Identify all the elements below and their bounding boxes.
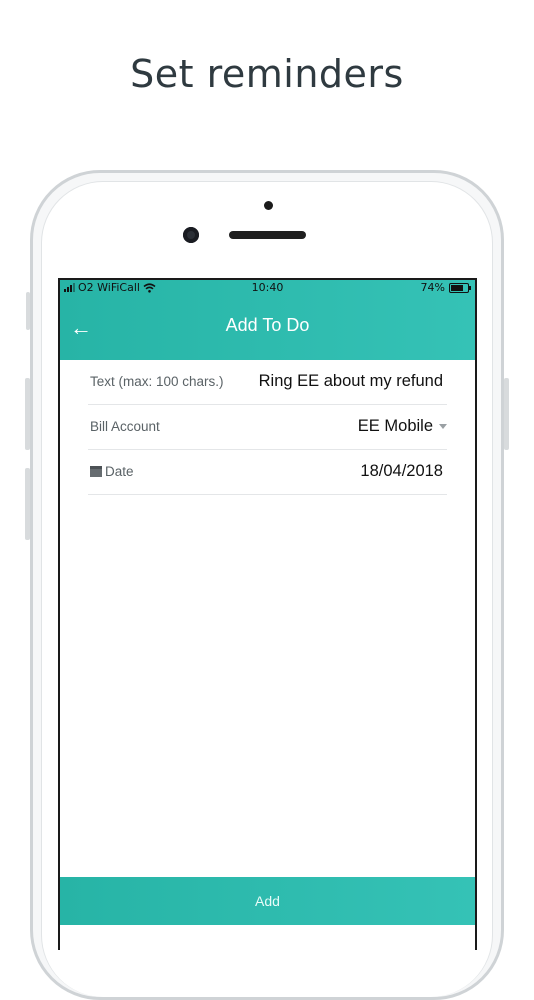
phone-screen: O2 WiFiCall 10:40 74% ← Add To Do Text (…	[58, 278, 477, 950]
status-time: 10:40	[251, 281, 284, 294]
bill-account-select[interactable]: EE Mobile	[358, 417, 447, 436]
date-label-wrap: Date	[90, 464, 134, 479]
date-input[interactable]: 18/04/2018	[360, 462, 443, 481]
mute-switch	[26, 292, 30, 330]
add-button[interactable]: Add	[60, 877, 475, 925]
page-headline: Set reminders	[130, 52, 404, 96]
todo-form: Text (max: 100 chars.) Ring EE about my …	[88, 360, 447, 495]
bill-account-value: EE Mobile	[357, 417, 433, 435]
text-label: Text (max: 100 chars.)	[90, 374, 224, 389]
date-label: Date	[105, 464, 134, 479]
status-bar: O2 WiFiCall 10:40 74%	[60, 280, 475, 296]
battery-icon	[449, 282, 471, 293]
text-input[interactable]: Ring EE about my refund	[259, 372, 443, 391]
chevron-down-icon	[439, 424, 447, 429]
screen-title: Add To Do	[225, 315, 310, 335]
volume-down-button	[25, 468, 30, 540]
text-row[interactable]: Text (max: 100 chars.) Ring EE about my …	[88, 360, 447, 405]
proximity-sensor	[264, 201, 273, 210]
status-right: 74%	[420, 281, 471, 294]
volume-up-button	[25, 378, 30, 450]
date-row[interactable]: Date 18/04/2018	[88, 450, 447, 495]
earpiece-speaker	[229, 231, 306, 239]
battery-percent: 74%	[420, 281, 445, 294]
bill-account-label: Bill Account	[90, 419, 160, 434]
app-bar: O2 WiFiCall 10:40 74% ← Add To Do	[60, 280, 475, 360]
bill-account-row[interactable]: Bill Account EE Mobile	[88, 405, 447, 450]
power-button	[504, 378, 509, 450]
front-camera	[183, 227, 199, 243]
calendar-icon	[90, 466, 102, 477]
